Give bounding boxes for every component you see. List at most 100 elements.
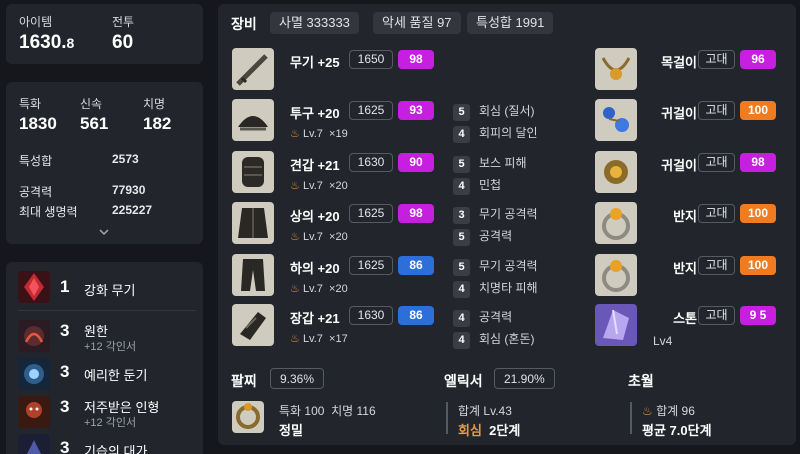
accessory-grade: 고대 xyxy=(698,50,735,69)
transcend-line2: 평균 7.0단계 xyxy=(642,423,712,438)
accessory-grade: 고대 xyxy=(698,153,735,172)
accessory-name: 반지 xyxy=(673,261,697,276)
gloves-icon xyxy=(232,304,274,346)
accessory-grade: 고대 xyxy=(698,101,735,120)
ring-icon xyxy=(595,254,637,296)
master-ambush-icon xyxy=(18,434,50,454)
gear-name: 상의 +20 xyxy=(290,209,340,224)
flame-icon: ♨ xyxy=(290,283,300,295)
gear-quality: 86 xyxy=(398,256,434,275)
accessory-row[interactable]: 귀걸이 고대 98 xyxy=(595,151,790,197)
character-page: 아이템 1630.8 전투 60 특화 1830 신속 561 치명 182 특… xyxy=(0,0,800,454)
accessory-grade: 고대 xyxy=(698,204,735,223)
elixir-pct: 21.90% xyxy=(494,368,555,389)
elixir-line2: 회심 2단계 xyxy=(458,423,521,438)
engraving-sub: +12 각인서 xyxy=(84,417,137,429)
pants-icon xyxy=(232,254,274,296)
bracelet-title: 팔찌 xyxy=(231,373,257,389)
cursed-doll-icon xyxy=(18,396,50,428)
gear-row-gloves[interactable]: 장갑 +21 1630 86 ♨ Lv.7 ×17 xyxy=(232,304,442,350)
gear-item-level: 1650 xyxy=(349,50,393,69)
engraving-row[interactable]: 3 기습의 대가 xyxy=(18,434,198,454)
gear-quality: 86 xyxy=(398,306,434,325)
accessory-grade: 고대 xyxy=(698,306,735,325)
stone-level: Lv4 xyxy=(653,334,673,348)
accessory-quality: 9 5 xyxy=(740,306,776,325)
elixir-level: ♨ Lv.7 ×20 xyxy=(290,180,348,192)
accessory-row[interactable]: 귀걸이 고대 100 xyxy=(595,99,790,145)
chevron-down-icon[interactable] xyxy=(98,224,110,236)
engraving-level: 3 xyxy=(60,321,70,340)
gear-quality: 93 xyxy=(398,101,434,120)
gear-engraving: 5 회심 (질서) xyxy=(453,102,535,121)
elixir-level: ♨ Lv.7 ×19 xyxy=(290,128,348,140)
accessory-name: 귀걸이 xyxy=(661,106,697,121)
engravings-panel: 1 강화 무기 3 원한 +12 각인서 3 예리한 둔기 3 저주받은 인형 … xyxy=(6,262,203,454)
gear-row-chest[interactable]: 상의 +20 1625 98 ♨ Lv.7 ×20 xyxy=(232,202,442,248)
transcend-bar xyxy=(630,402,632,434)
elixir-title: 엘릭서 xyxy=(444,373,483,389)
gear-row-shoulder[interactable]: 견갑 +21 1630 90 ♨ Lv.7 ×20 xyxy=(232,151,442,197)
grudge-icon xyxy=(18,320,50,352)
gear-engraving: 4 치명타 피해 xyxy=(453,279,538,298)
gear-engraving: 4 회피의 달인 xyxy=(453,124,538,143)
earring-icon xyxy=(595,99,637,141)
bracelet-line2: 정밀 xyxy=(279,423,303,438)
engraving-row[interactable]: 3 예리한 둔기 xyxy=(18,358,198,392)
elixir-level: ♨ Lv.7 ×17 xyxy=(290,333,348,345)
chest-icon xyxy=(232,202,274,244)
engraving-row[interactable]: 1 강화 무기 xyxy=(18,271,198,303)
stat-sum-tag: 특성합 1991 xyxy=(467,12,554,34)
gear-name: 하의 +20 xyxy=(290,261,340,276)
gear-engraving: 3 무기 공격력 xyxy=(453,205,538,224)
accessory-quality: 100 xyxy=(740,101,776,120)
red-gem-icon xyxy=(18,271,50,303)
flame-icon: ♨ xyxy=(642,404,653,418)
combat-stats-panel: 특화 1830 신속 561 치명 182 특성합 2573 공격력 77930… xyxy=(6,82,203,244)
shoulder-icon xyxy=(232,151,274,193)
helmet-icon xyxy=(232,99,274,141)
engraving-row[interactable]: 3 원한 +12 각인서 xyxy=(18,318,198,354)
gear-item-level: 1630 xyxy=(349,306,393,325)
swiftness-label: 신속 xyxy=(80,97,103,111)
earring-icon xyxy=(595,151,637,193)
accessory-grade: 고대 xyxy=(698,256,735,275)
accessory-row[interactable]: 반지 고대 100 xyxy=(595,202,790,248)
accessory-row[interactable]: 스톤 고대 9 5 Lv4 xyxy=(595,304,790,350)
elixir-level: ♨ Lv.7 ×20 xyxy=(290,283,348,295)
gear-quality: 90 xyxy=(398,153,434,172)
transcend-line1: ♨ 합계 96 xyxy=(642,404,695,418)
elixir-level: ♨ Lv.7 ×20 xyxy=(290,231,348,243)
gear-row-helmet[interactable]: 투구 +20 1625 93 ♨ Lv.7 ×19 xyxy=(232,99,442,145)
gear-row-weapon[interactable]: 무기 +25 1650 98 xyxy=(232,48,442,94)
engraving-level: 3 xyxy=(60,438,70,454)
accessory-name: 스톤 xyxy=(673,311,697,326)
gear-row-pants[interactable]: 하의 +20 1625 86 ♨ Lv.7 ×20 xyxy=(232,254,442,300)
accessory-quality: 100 xyxy=(740,256,776,275)
flame-icon: ♨ xyxy=(290,231,300,243)
battle-level-value: 60 xyxy=(112,32,134,53)
engraving-name: 예리한 둔기 xyxy=(84,368,148,383)
gear-engraving: 4 회심 (혼돈) xyxy=(453,330,535,349)
gear-quality: 98 xyxy=(398,50,434,69)
accessory-row[interactable]: 반지 고대 100 xyxy=(595,254,790,300)
accessory-quality: 100 xyxy=(740,204,776,223)
battle-level-label: 전투 xyxy=(112,15,135,29)
item-level-label: 아이템 xyxy=(19,15,53,29)
weapon-icon xyxy=(232,48,274,90)
equipment-title: 장비 xyxy=(231,16,257,32)
set-tag: 사멸 333333 xyxy=(270,12,359,34)
bracelet-icon xyxy=(232,401,264,433)
engraving-sub: +12 각인서 xyxy=(84,341,137,353)
stat-total-label: 특성합 xyxy=(19,154,53,168)
gear-item-level: 1630 xyxy=(349,153,393,172)
specialization-label: 특화 xyxy=(19,97,42,111)
accessory-row[interactable]: 목걸이 고대 96 xyxy=(595,48,790,94)
gear-name: 투구 +20 xyxy=(290,106,340,121)
gear-name: 견갑 +21 xyxy=(290,158,340,173)
blunt-thorn-icon xyxy=(18,358,50,390)
engraving-name: 기습의 대가 xyxy=(84,444,148,454)
item-level-value: 1630.8 xyxy=(19,32,75,53)
engraving-level: 3 xyxy=(60,362,70,381)
engraving-row[interactable]: 3 저주받은 인형 +12 각인서 xyxy=(18,394,198,430)
